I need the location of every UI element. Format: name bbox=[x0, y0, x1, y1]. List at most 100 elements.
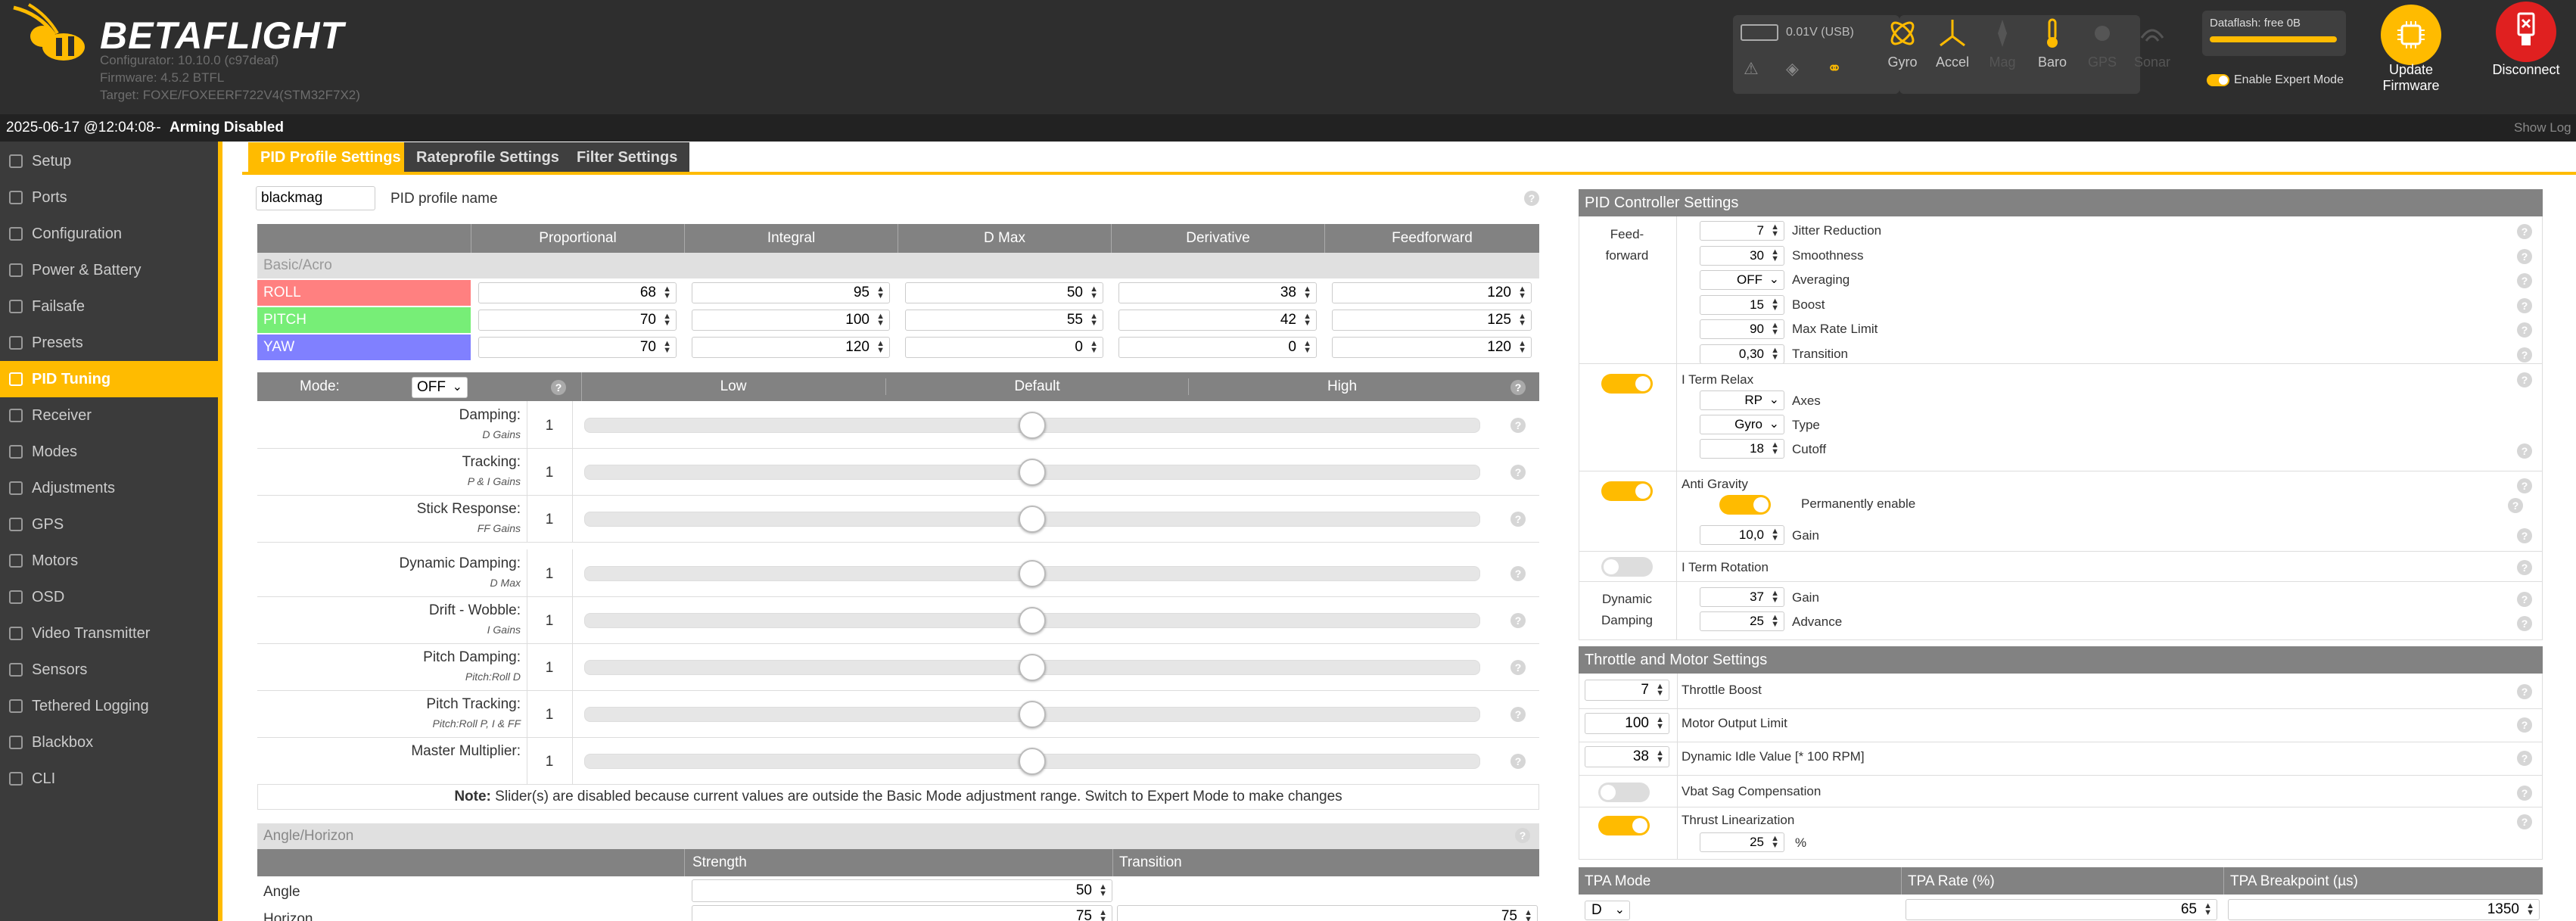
slider-thumb[interactable] bbox=[1019, 459, 1046, 486]
dynamic-damping-gain-input[interactable]: 37 ▲ ▼ bbox=[1700, 587, 1784, 607]
anti-gravity-toggle[interactable] bbox=[1601, 481, 1653, 501]
tpa-rate-input[interactable]: 65 ▲ ▼ bbox=[1906, 899, 2217, 920]
disconnect-button[interactable] bbox=[2496, 2, 2556, 62]
sidebar-item-adjustments[interactable]: Adjustments bbox=[0, 470, 218, 506]
expert-mode-toggle[interactable] bbox=[2207, 74, 2229, 86]
help-icon[interactable]: ? bbox=[2517, 814, 2532, 829]
pid-input-roll-3[interactable]: 38 ▲ ▼ bbox=[1118, 282, 1317, 303]
help-icon[interactable]: ? bbox=[2517, 684, 2532, 699]
slider-thumb[interactable] bbox=[1019, 748, 1046, 775]
sidebar-item-configuration[interactable]: Configuration bbox=[0, 216, 218, 252]
ff-transition-input[interactable]: 0,30 ▲ ▼ bbox=[1700, 344, 1784, 364]
tm-input-0[interactable]: 7 ▲ ▼ bbox=[1585, 680, 1669, 701]
mode-select[interactable]: OFF ⌄ bbox=[412, 377, 468, 398]
tm-input-1[interactable]: 100 ▲ ▼ bbox=[1585, 713, 1669, 734]
iterm-rotation-toggle[interactable] bbox=[1601, 557, 1653, 577]
help-icon[interactable]: ? bbox=[1510, 465, 1526, 480]
slider-thumb[interactable] bbox=[1019, 701, 1046, 728]
sidebar-item-sensors[interactable]: Sensors bbox=[0, 652, 218, 688]
sidebar-item-modes[interactable]: Modes bbox=[0, 434, 218, 470]
angle-strength-input[interactable]: 50 ▲ ▼ bbox=[692, 879, 1112, 902]
tpa-breakpoint-input[interactable]: 1350 ▲ ▼ bbox=[2228, 899, 2540, 920]
ff-averaging-select[interactable]: OFF ⌄ bbox=[1700, 270, 1784, 290]
pid-input-roll-0[interactable]: 68 ▲ ▼ bbox=[478, 282, 677, 303]
help-icon[interactable]: ? bbox=[2517, 248, 2532, 264]
pid-input-yaw-0[interactable]: 70 ▲ ▼ bbox=[478, 337, 677, 358]
pid-input-yaw-1[interactable]: 120 ▲ ▼ bbox=[692, 337, 890, 358]
sidebar-item-pid-tuning[interactable]: PID Tuning bbox=[0, 361, 218, 397]
sidebar-item-cli[interactable]: CLI bbox=[0, 761, 218, 797]
pid-input-pitch-3[interactable]: 42 ▲ ▼ bbox=[1118, 310, 1317, 331]
tm-input-2[interactable]: 38 ▲ ▼ bbox=[1585, 746, 1669, 767]
help-icon[interactable]: ? bbox=[2517, 528, 2532, 543]
pid-input-pitch-0[interactable]: 70 ▲ ▼ bbox=[478, 310, 677, 331]
help-icon[interactable]: ? bbox=[2517, 751, 2532, 766]
help-icon[interactable]: ? bbox=[1510, 380, 1526, 395]
pid-input-yaw-4[interactable]: 120 ▲ ▼ bbox=[1332, 337, 1532, 358]
help-icon[interactable]: ? bbox=[1510, 512, 1526, 527]
help-icon[interactable]: ? bbox=[1515, 828, 1530, 843]
help-icon[interactable]: ? bbox=[2517, 560, 2532, 575]
help-icon[interactable]: ? bbox=[1510, 566, 1526, 581]
sidebar-item-power-battery[interactable]: Power & Battery bbox=[0, 252, 218, 288]
pid-input-yaw-3[interactable]: 0 ▲ ▼ bbox=[1118, 337, 1317, 358]
slider-thumb[interactable] bbox=[1019, 654, 1046, 681]
horizon-transition-input[interactable]: 75 ▲ ▼ bbox=[1117, 905, 1538, 921]
disconnect-label[interactable]: Disconnect bbox=[2485, 62, 2567, 78]
sidebar-item-motors[interactable]: Motors bbox=[0, 543, 218, 579]
vbat-sag-toggle[interactable] bbox=[1598, 783, 1650, 802]
help-icon[interactable]: ? bbox=[1510, 754, 1526, 769]
thrust-linearization-toggle[interactable] bbox=[1598, 816, 1650, 835]
help-icon[interactable]: ? bbox=[2517, 786, 2532, 801]
iterm-relax-cutoff-input[interactable]: 18 ▲ ▼ bbox=[1700, 439, 1784, 459]
show-log-link[interactable]: Show Log bbox=[2514, 120, 2571, 135]
help-icon[interactable]: ? bbox=[1510, 707, 1526, 722]
iterm-relax-toggle[interactable] bbox=[1601, 374, 1653, 394]
slider-thumb[interactable] bbox=[1019, 412, 1046, 439]
help-icon[interactable]: ? bbox=[1510, 418, 1526, 433]
update-firmware-button[interactable] bbox=[2381, 5, 2441, 65]
ff-boost-input[interactable]: 15 ▲ ▼ bbox=[1700, 294, 1784, 315]
help-icon[interactable]: ? bbox=[2517, 347, 2532, 362]
help-icon[interactable]: ? bbox=[1510, 660, 1526, 675]
ff-jitter-reduction-input[interactable]: 7 ▲ ▼ bbox=[1700, 221, 1784, 241]
tab-pid-profile[interactable]: PID Profile Settings bbox=[248, 142, 413, 173]
pid-input-pitch-4[interactable]: 125 ▲ ▼ bbox=[1332, 310, 1532, 331]
help-icon[interactable]: ? bbox=[2517, 717, 2532, 733]
help-icon[interactable]: ? bbox=[2517, 322, 2532, 338]
ff-max-rate-limit-input[interactable]: 90 ▲ ▼ bbox=[1700, 319, 1784, 339]
help-icon[interactable]: ? bbox=[1510, 613, 1526, 628]
tpa-mode-select[interactable]: D ⌄ bbox=[1585, 901, 1630, 920]
sidebar-item-presets[interactable]: Presets bbox=[0, 325, 218, 361]
pid-input-pitch-1[interactable]: 100 ▲ ▼ bbox=[692, 310, 890, 331]
tab-rateprofile[interactable]: Rateprofile Settings bbox=[404, 142, 571, 173]
pid-input-pitch-2[interactable]: 55 ▲ ▼ bbox=[905, 310, 1103, 331]
slider-thumb[interactable] bbox=[1019, 607, 1046, 634]
help-icon[interactable]: ? bbox=[2517, 224, 2532, 239]
sidebar-item-video-transmitter[interactable]: Video Transmitter bbox=[0, 615, 218, 652]
slider-thumb[interactable] bbox=[1019, 560, 1046, 587]
profile-name-input[interactable]: blackmag bbox=[256, 186, 375, 210]
iterm-relax-axes-select[interactable]: RP ⌄ bbox=[1700, 390, 1784, 410]
help-icon[interactable]: ? bbox=[2508, 498, 2523, 513]
sidebar-item-receiver[interactable]: Receiver bbox=[0, 397, 218, 434]
sidebar-item-ports[interactable]: Ports bbox=[0, 179, 218, 216]
update-firmware-label[interactable]: Update Firmware bbox=[2366, 62, 2456, 94]
help-icon[interactable]: ? bbox=[2517, 297, 2532, 313]
help-icon[interactable]: ? bbox=[1524, 191, 1539, 206]
sidebar-item-osd[interactable]: OSD bbox=[0, 579, 218, 615]
help-icon[interactable]: ? bbox=[551, 380, 566, 395]
sidebar-item-gps[interactable]: GPS bbox=[0, 506, 218, 543]
pid-input-yaw-2[interactable]: 0 ▲ ▼ bbox=[905, 337, 1103, 358]
anti-gravity-gain-input[interactable]: 10,0 ▲ ▼ bbox=[1700, 525, 1784, 545]
thrust-linearization-input[interactable]: 25 ▲ ▼ bbox=[1700, 832, 1784, 852]
sidebar-item-blackbox[interactable]: Blackbox bbox=[0, 724, 218, 761]
sidebar-item-failsafe[interactable]: Failsafe bbox=[0, 288, 218, 325]
horizon-strength-input[interactable]: 75 ▲ ▼ bbox=[692, 905, 1112, 921]
ff-smoothness-input[interactable]: 30 ▲ ▼ bbox=[1700, 245, 1784, 266]
pid-input-roll-2[interactable]: 50 ▲ ▼ bbox=[905, 282, 1103, 303]
tab-filter[interactable]: Filter Settings bbox=[565, 142, 690, 173]
help-icon[interactable]: ? bbox=[2517, 616, 2532, 631]
pid-input-roll-4[interactable]: 120 ▲ ▼ bbox=[1332, 282, 1532, 303]
sidebar-item-setup[interactable]: Setup bbox=[0, 143, 218, 179]
